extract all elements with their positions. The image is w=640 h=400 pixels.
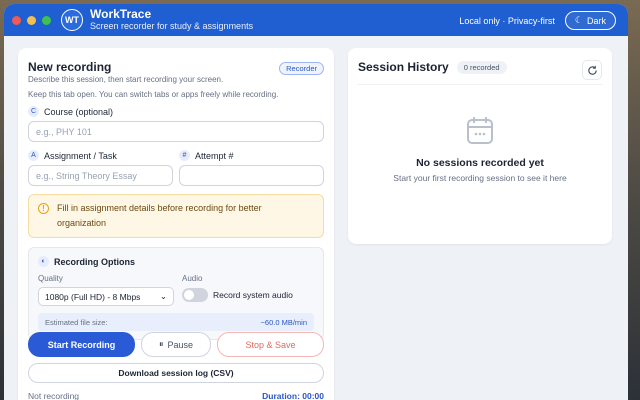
empty-title: No sessions recorded yet — [416, 157, 544, 169]
warning-banner: ! Fill in assignment details before reco… — [28, 194, 324, 238]
refresh-icon — [587, 65, 597, 75]
course-input[interactable]: e.g., PHY 101 — [28, 121, 324, 142]
moon-icon: ☾ — [574, 15, 583, 25]
history-count-badge: 0 recorded — [456, 60, 507, 74]
attempt-icon: # — [179, 150, 190, 161]
app-name: WorkTrace — [90, 7, 152, 21]
privacy-status: Local only · Privacy-first — [459, 15, 555, 26]
course-label: C Course (optional) — [28, 106, 324, 117]
minimize-window-button[interactable] — [27, 15, 36, 25]
course-label-text: Course (optional) — [44, 106, 114, 117]
file-size-estimate: Estimated file size: ~60.0 MB/min — [38, 313, 314, 331]
audio-toggle-label: Record system audio — [213, 290, 293, 300]
warning-text: Fill in assignment details before record… — [57, 203, 262, 228]
duration-display: Duration: 00:00 — [262, 391, 324, 400]
app-window: WT WorkTrace Screen recorder for study &… — [4, 4, 628, 400]
pause-icon: ⏸ — [158, 339, 164, 349]
assignment-icon: A — [28, 150, 39, 161]
stop-save-button[interactable]: Stop & Save — [217, 332, 324, 357]
pause-label: Pause — [167, 339, 194, 350]
estimate-label: Estimated file size: — [45, 317, 108, 327]
brand: WorkTrace Screen recorder for study & as… — [90, 8, 253, 32]
app-tagline: Screen recorder for study & assignments — [90, 21, 254, 31]
history-title: Session History — [358, 60, 449, 74]
calendar-icon — [467, 117, 493, 144]
close-window-button[interactable] — [12, 15, 21, 25]
attempt-label-text: Attempt # — [195, 150, 234, 161]
attempt-input[interactable] — [179, 165, 324, 186]
audio-label: Audio — [182, 274, 203, 283]
attempt-label: # Attempt # — [179, 150, 324, 161]
course-icon: C — [28, 106, 39, 117]
refresh-button[interactable] — [582, 60, 602, 80]
audio-toggle[interactable] — [182, 288, 208, 302]
options-title: ◐ Recording Options — [38, 256, 314, 267]
info-icon: ! — [38, 203, 49, 214]
recording-options-panel: ◐ Recording Options Quality 1080p (Full … — [28, 247, 324, 340]
assignment-placeholder: e.g., String Theory Essay — [36, 170, 137, 181]
empty-subtitle: Start your first recording session to se… — [393, 173, 567, 183]
start-recording-button[interactable]: Start Recording — [28, 332, 135, 357]
course-placeholder: e.g., PHY 101 — [36, 126, 92, 137]
recording-description: Describe this session, then start record… — [28, 75, 224, 84]
maximize-window-button[interactable] — [42, 15, 51, 25]
assignment-input[interactable]: e.g., String Theory Essay — [28, 165, 173, 186]
recording-note: Keep this tab open. You can switch tabs … — [28, 90, 279, 99]
quality-select[interactable]: 1080p (Full HD) - 8 Mbps ⌄ — [38, 287, 174, 306]
title-bar: WT WorkTrace Screen recorder for study &… — [4, 4, 628, 36]
window-controls — [12, 15, 51, 25]
app-logo: WT — [61, 9, 83, 31]
pause-button[interactable]: ⏸ Pause — [141, 332, 211, 357]
theme-toggle-button[interactable]: ☾ Dark — [564, 11, 616, 30]
recorder-badge: Recorder — [279, 62, 324, 75]
estimate-value: ~60.0 MB/min — [260, 317, 307, 327]
chevron-down-icon: ⌄ — [159, 291, 167, 301]
assignment-label: A Assignment / Task — [28, 150, 173, 161]
options-title-text: Recording Options — [54, 256, 135, 267]
settings-icon: ◐ — [38, 256, 49, 267]
theme-toggle-label: Dark — [586, 15, 606, 26]
empty-state: No sessions recorded yet Start your firs… — [358, 115, 602, 183]
download-log-button[interactable]: Download session log (CSV) — [28, 363, 324, 383]
quality-value: 1080p (Full HD) - 8 Mbps — [45, 291, 141, 302]
assignment-label-text: Assignment / Task — [44, 150, 117, 161]
recording-state: Not recording — [28, 391, 80, 400]
session-history-card: Session History 0 recorded No sessions r… — [348, 48, 612, 244]
quality-label: Quality — [38, 274, 63, 283]
